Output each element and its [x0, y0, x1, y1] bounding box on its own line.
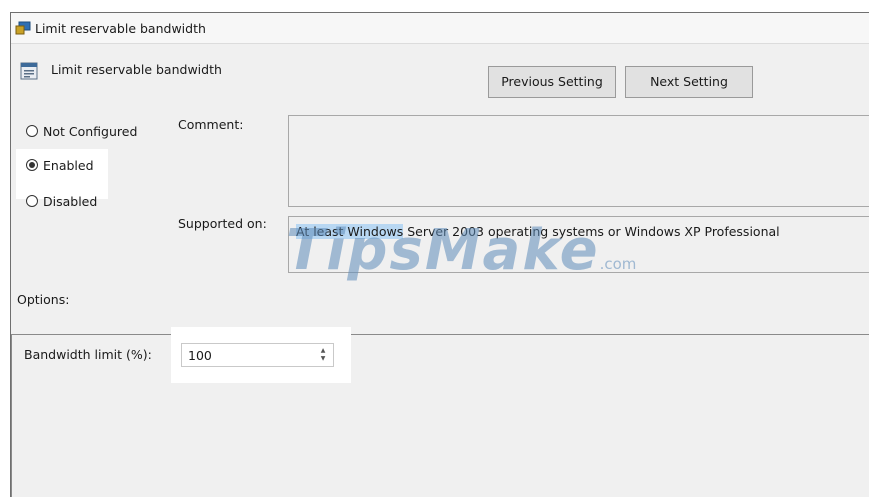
bandwidth-limit-value[interactable]: 100	[188, 348, 212, 363]
radio-not-configured[interactable]: Not Configured	[26, 123, 137, 139]
radio-label: Enabled	[43, 157, 94, 173]
supported-on-label: Supported on:	[178, 216, 267, 231]
comment-textarea[interactable]	[288, 115, 869, 207]
selected-text: At least Windows	[296, 224, 404, 239]
title-bar: Limit reservable bandwidth	[11, 13, 869, 44]
spin-buttons[interactable]: ▲ ▼	[317, 346, 329, 364]
supported-on-field: At least Windows Server 2003 operating s…	[288, 216, 869, 273]
supported-on-text: At least Windows Server 2003 operating s…	[296, 224, 780, 239]
bandwidth-limit-label: Bandwidth limit (%):	[24, 347, 152, 362]
policy-setting-dialog: Limit reservable bandwidth Limit reserva…	[10, 12, 869, 497]
radio-label: Not Configured	[43, 123, 138, 139]
radio-button-icon[interactable]	[26, 125, 38, 137]
radio-button-icon[interactable]	[26, 195, 38, 207]
bandwidth-limit-spinbox[interactable]: 100 ▲ ▼	[181, 343, 334, 367]
radio-label: Disabled	[43, 193, 98, 209]
radio-button-icon[interactable]	[26, 159, 38, 171]
window-title: Limit reservable bandwidth	[35, 21, 206, 36]
setting-name: Limit reservable bandwidth	[51, 62, 222, 77]
policy-setting-icon	[15, 21, 31, 35]
previous-setting-button[interactable]: Previous Setting	[488, 66, 616, 98]
spin-down-icon[interactable]: ▼	[321, 355, 326, 363]
policy-document-icon	[20, 62, 38, 80]
next-setting-button[interactable]: Next Setting	[625, 66, 753, 98]
comment-label: Comment:	[178, 117, 244, 132]
radio-disabled[interactable]: Disabled	[26, 193, 97, 209]
radio-enabled[interactable]: Enabled	[26, 157, 94, 173]
supported-text-rest: Server 2003 operating systems or Windows…	[403, 224, 780, 239]
spin-up-icon[interactable]: ▲	[321, 347, 326, 355]
options-label: Options:	[17, 292, 70, 307]
